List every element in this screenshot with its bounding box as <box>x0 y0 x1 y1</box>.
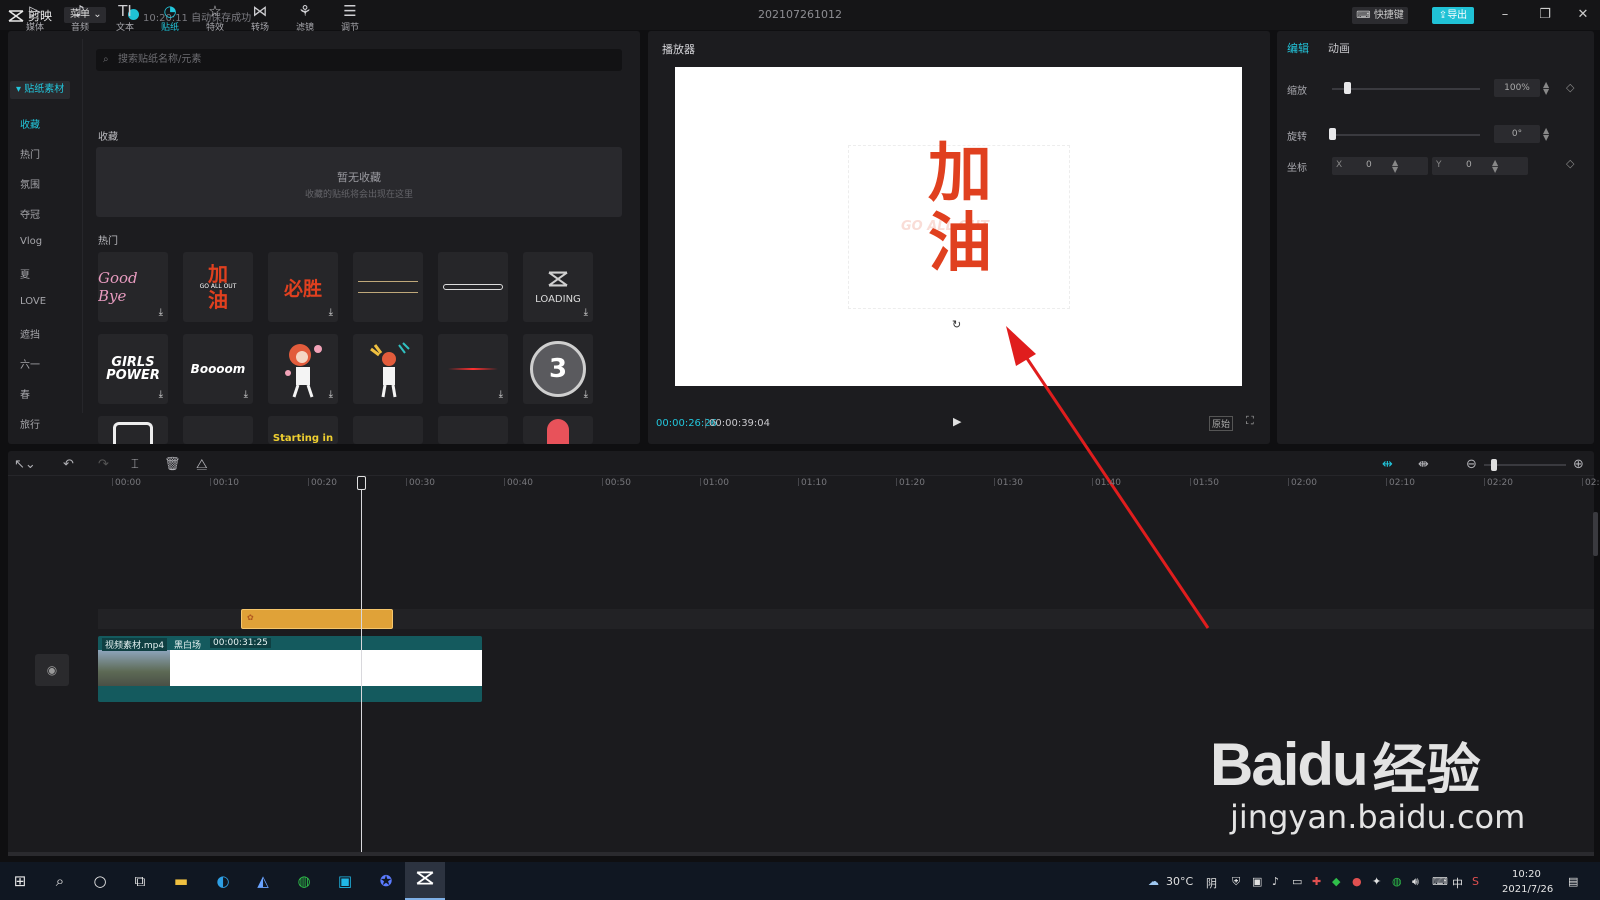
tray-app-icon[interactable]: ✦ <box>1372 875 1381 888</box>
ruler-tick-label: 00:00 <box>115 478 141 488</box>
ruler-tick <box>504 478 505 486</box>
watermark-brand-cn: 经验 <box>1372 738 1481 801</box>
ruler-tick-label: 02:30 <box>1585 478 1600 488</box>
ruler-tick <box>700 478 701 486</box>
ruler-tick-label: 01:00 <box>703 478 729 488</box>
ruler-tick-label: 01:40 <box>1095 478 1121 488</box>
app-icon[interactable]: ✪ <box>375 870 397 892</box>
ruler-tick-label: 01:20 <box>899 478 925 488</box>
tray-app-icon[interactable]: ◆ <box>1332 875 1340 888</box>
wechat-icon[interactable]: ◍ <box>293 870 315 892</box>
ruler-tick <box>798 478 799 486</box>
ruler-tick <box>602 478 603 486</box>
cortana-icon[interactable]: ○ <box>89 870 111 892</box>
network-icon[interactable]: ▭ <box>1292 875 1302 888</box>
notification-icon[interactable]: ▤ <box>1568 875 1578 888</box>
file-explorer-icon[interactable]: ▬ <box>170 870 192 892</box>
ruler-tick <box>1092 478 1093 486</box>
record-icon[interactable]: ● <box>1352 875 1362 888</box>
tray-app-icon[interactable]: ▣ <box>1252 875 1262 888</box>
clock-date[interactable]: 2021/7/26 <box>1502 884 1553 895</box>
weather-icon[interactable]: ☁ <box>1148 875 1159 888</box>
app-icon[interactable]: ◭ <box>252 870 274 892</box>
ruler-tick <box>1190 478 1191 486</box>
ruler-tick-label: 02:00 <box>1291 478 1317 488</box>
ruler-tick-label: 00:20 <box>311 478 337 488</box>
search-icon[interactable]: ⌕ <box>49 870 71 892</box>
task-view-icon[interactable]: ⧉ <box>129 870 151 892</box>
ruler-tick <box>994 478 995 486</box>
capcut-taskbar-icon[interactable] <box>414 870 436 892</box>
ruler-tick-label: 00:10 <box>213 478 239 488</box>
ime-label[interactable]: 中 <box>1452 875 1463 891</box>
clock-time[interactable]: 10:20 <box>1512 869 1541 880</box>
watermark-brand: Baidu <box>1210 731 1369 798</box>
weather-text: 阴 <box>1206 877 1217 890</box>
baidu-watermark: Baidu 经验 jingyan.baidu.com <box>1210 725 1525 836</box>
ruler-tick <box>1386 478 1387 486</box>
ruler-tick <box>406 478 407 486</box>
app-icon[interactable]: ▣ <box>334 870 356 892</box>
wechat-tray-icon[interactable]: ◍ <box>1392 875 1402 888</box>
ruler-tick <box>112 478 113 486</box>
ruler-tick <box>1288 478 1289 486</box>
ruler-tick-label: 00:40 <box>507 478 533 488</box>
security-icon[interactable]: ⛨ <box>1232 875 1240 889</box>
ruler-tick-label: 00:30 <box>409 478 435 488</box>
ruler-tick <box>1484 478 1485 486</box>
ruler-tick-label: 01:30 <box>997 478 1023 488</box>
ruler-tick-label: 01:50 <box>1193 478 1219 488</box>
ruler-tick <box>210 478 211 486</box>
ruler-tick-label: 00:50 <box>605 478 631 488</box>
ruler-tick-label: 02:10 <box>1389 478 1415 488</box>
windows-start-icon[interactable]: ⊞ <box>9 870 31 892</box>
edge-browser-icon[interactable]: ◐ <box>212 870 234 892</box>
ruler-tick <box>1582 478 1583 486</box>
capcut-logo-icon <box>416 871 434 885</box>
input-method-icon[interactable]: ⌨ <box>1432 875 1448 888</box>
volume-icon[interactable]: 🔊︎ <box>1412 875 1419 889</box>
temperature: 30°C <box>1166 875 1194 888</box>
ruler-tick-label: 01:10 <box>801 478 827 488</box>
tray-app-icon[interactable]: ✚ <box>1312 875 1321 888</box>
ruler-tick-label: 02:20 <box>1487 478 1513 488</box>
sogou-icon[interactable]: S <box>1472 875 1479 888</box>
microphone-icon[interactable]: ♪ <box>1272 875 1279 888</box>
ruler-tick <box>308 478 309 486</box>
ruler-tick <box>896 478 897 486</box>
watermark-url: jingyan.baidu.com <box>1230 798 1526 836</box>
